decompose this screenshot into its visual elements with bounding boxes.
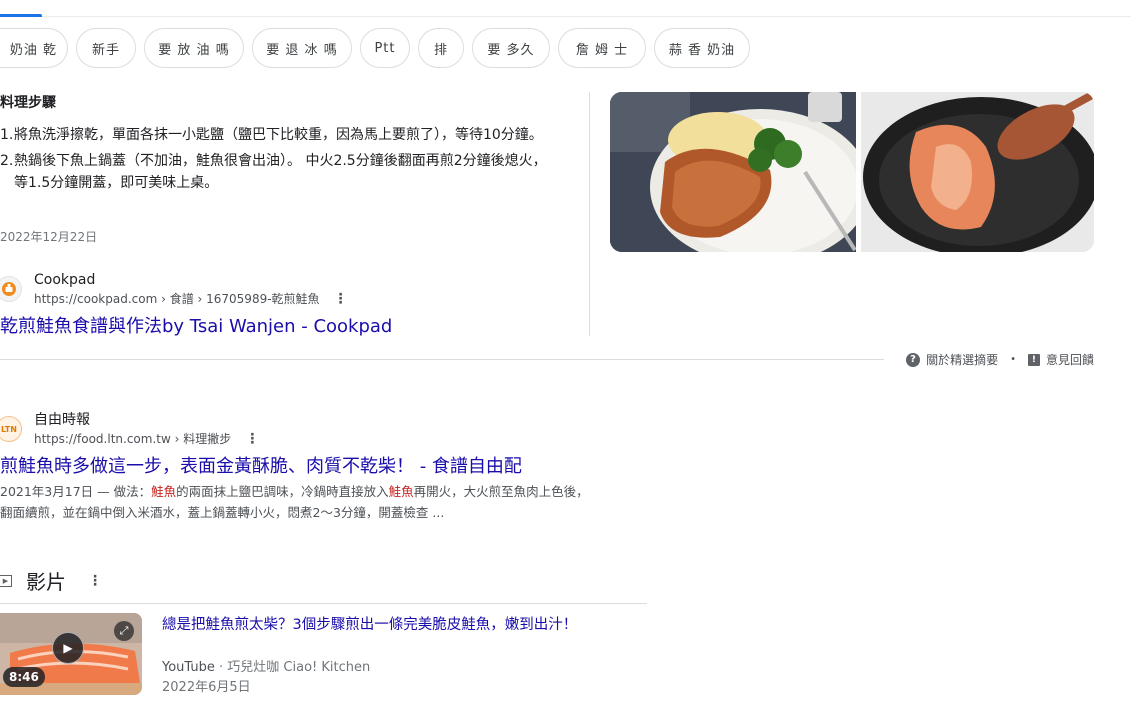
video-source-line: YouTube · 巧兒灶咖 Ciao! Kitchen — [162, 658, 370, 678]
snippet-footer: ? 關於精選摘要 • ! 意見回饋 — [906, 351, 1094, 368]
videos-header: ▶ 影片 ⋮ — [0, 566, 102, 595]
video-title[interactable]: 總是把鮭魚煎太柴？3個步驟煎出一條完美脆皮鮭魚，嫩到出汁！ — [162, 613, 577, 634]
site-url: https://cookpad.com › 食譜 › 16705989-乾煎鮭魚… — [34, 290, 348, 308]
video-section-icon: ▶ — [0, 574, 12, 587]
site-name: 自由時報 — [34, 412, 90, 428]
desc-date: 2021年3月17日 — 做法： — [0, 484, 152, 499]
desc-highlight: 鮭魚 — [151, 484, 177, 499]
chip-6[interactable]: 要 多久 — [472, 28, 550, 68]
separator-dot: • — [1010, 354, 1016, 365]
salmon-pan-image[interactable] — [861, 92, 1094, 252]
search-tabs-bar — [0, 0, 1131, 17]
site-url: https://food.ltn.com.tw › 料理撇步 ⋮ — [34, 430, 259, 448]
chip-0[interactable]: 奶油 乾 — [0, 28, 68, 68]
refinement-chips: 奶油 乾 新手 要 放 油 嗎 要 退 冰 嗎 Ptt 排 要 多久 詹 姆 士… — [0, 28, 750, 68]
more-options-icon[interactable]: ⋮ — [88, 573, 102, 589]
ltn-favicon-text: LTN — [1, 424, 17, 434]
video-thumbnail[interactable]: ▶ ⤢ 8:46 — [0, 613, 142, 695]
video-date: 2022年6月5日 — [162, 680, 251, 695]
more-options-icon[interactable]: ⋮ — [245, 430, 259, 448]
snippet-steps: 1. 將魚洗淨擦乾，單面各抹一小匙鹽（鹽巴下比較重，因為馬上要煎了），等待10分… — [0, 124, 560, 198]
step-text: 熱鍋後下魚上鍋蓋（不加油，鮭魚很會出油）。 中火2.5分鐘後翻面再煎2分鐘後熄火… — [14, 153, 547, 191]
step-item: 1. 將魚洗淨擦乾，單面各抹一小匙鹽（鹽巴下比較重，因為馬上要煎了），等待10分… — [0, 124, 560, 146]
result-source-ltn[interactable]: LTN 自由時報 https://food.ltn.com.tw › 料理撇步 … — [0, 410, 259, 448]
step-item: 2. 熱鍋後下魚上鍋蓋（不加油，鮭魚很會出油）。 中火2.5分鐘後翻面再煎2分鐘… — [0, 150, 560, 194]
cookpad-favicon-icon — [0, 276, 22, 302]
result-description: 2021年3月17日 — 做法：鮭魚的兩面抹上鹽巴調味，冷鍋時直接放入鮭魚再開火… — [0, 481, 600, 523]
video-meta: YouTube · 巧兒灶咖 Ciao! Kitchen 2022年6月5日 — [162, 658, 370, 698]
snippet-date: 2022年12月22日 — [0, 230, 98, 244]
video-source: YouTube — [162, 660, 215, 675]
desc-text: 的兩面抹上鹽巴調味，冷鍋時直接放入 — [176, 484, 389, 499]
chip-1[interactable]: 新手 — [76, 28, 136, 68]
video-duration: 8:46 — [3, 667, 45, 687]
videos-divider — [0, 603, 647, 604]
feedback-link[interactable]: 意見回饋 — [1046, 351, 1094, 368]
snippet-heading: 料理步驟 — [0, 95, 56, 111]
snippet-divider — [589, 92, 590, 336]
meta-separator: · — [214, 660, 228, 675]
site-text: Cookpad https://cookpad.com › 食譜 › 16705… — [34, 270, 348, 308]
site-name: Cookpad — [34, 272, 96, 288]
snippet-footer-divider — [0, 359, 884, 360]
result-title-ltn[interactable]: 煎鮭魚時多做這一步，表面金黃酥脆、肉質不乾柴！ - 食譜自由配 — [0, 452, 522, 478]
chip-5[interactable]: 排 — [418, 28, 464, 68]
feedback-icon[interactable]: ! — [1027, 353, 1040, 366]
active-tab-indicator — [0, 14, 42, 17]
about-featured-snippets-link[interactable]: 關於精選摘要 — [926, 351, 998, 368]
play-icon[interactable]: ▶ — [52, 632, 84, 664]
step-text: 將魚洗淨擦乾，單面各抹一小匙鹽（鹽巴下比較重，因為馬上要煎了），等待10分鐘。 — [14, 127, 543, 143]
chip-3[interactable]: 要 退 冰 嗎 — [252, 28, 352, 68]
site-url-text: https://food.ltn.com.tw › 料理撇步 — [34, 432, 232, 446]
site-text: 自由時報 https://food.ltn.com.tw › 料理撇步 ⋮ — [34, 410, 259, 448]
chip-8[interactable]: 蒜 香 奶油 — [654, 28, 750, 68]
ltn-favicon-icon: LTN — [0, 416, 22, 442]
chip-7[interactable]: 詹 姆 士 — [558, 28, 646, 68]
expand-icon[interactable]: ⤢ — [114, 621, 134, 641]
result-title-cookpad[interactable]: 乾煎鮭魚食譜與作法by Tsai Wanjen - Cookpad — [0, 312, 392, 338]
chip-2[interactable]: 要 放 油 嗎 — [144, 28, 244, 68]
result-source-cookpad[interactable]: Cookpad https://cookpad.com › 食譜 › 16705… — [0, 270, 348, 308]
help-icon[interactable]: ? — [906, 352, 921, 367]
videos-heading: 影片 — [26, 570, 66, 594]
chip-4[interactable]: Ptt — [360, 28, 410, 68]
more-options-icon[interactable]: ⋮ — [334, 290, 348, 308]
site-url-text: https://cookpad.com › 食譜 › 16705989-乾煎鮭魚 — [34, 292, 320, 306]
desc-highlight: 鮭魚 — [388, 484, 414, 499]
step-number: 2. — [0, 153, 14, 169]
salmon-plate-image[interactable] — [610, 92, 856, 252]
step-number: 1. — [0, 127, 14, 143]
video-channel: 巧兒灶咖 Ciao! Kitchen — [227, 660, 371, 675]
